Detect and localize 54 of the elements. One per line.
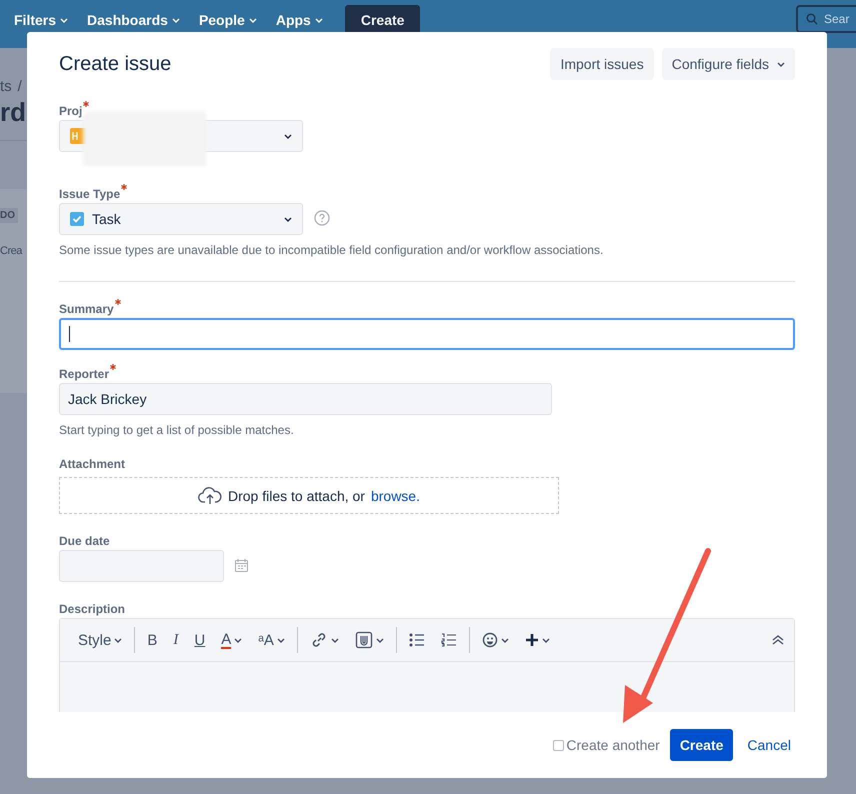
nav-menu-item[interactable]: Filters	[14, 12, 68, 28]
dropdown-button[interactable]: Configure fields	[662, 48, 795, 80]
task-icon	[70, 212, 84, 226]
caret-icon	[248, 18, 257, 22]
issue-type-select[interactable]: Task	[59, 203, 303, 235]
field-label: Proj	[59, 104, 82, 118]
toolbar-button[interactable]: I	[165, 625, 186, 655]
caret-icon	[284, 216, 292, 222]
file-drop-zone[interactable]: Drop files to attach, or browse.	[59, 477, 559, 514]
due-date-field[interactable]	[59, 550, 224, 582]
field-label: Reporter	[59, 367, 110, 381]
create-another-checkbox[interactable]: Create another	[553, 737, 660, 753]
toolbar-button[interactable]: A	[213, 625, 250, 655]
page-heading: rd	[0, 97, 27, 128]
column-header: DO	[0, 208, 18, 223]
help-text: Some issue types are unavailable due to incompatible field configuration and/or workflow associations.	[59, 243, 604, 257]
description-editor[interactable]: Style B I U A ᵃA	[59, 618, 795, 712]
breadcrumb-separator: /	[18, 78, 22, 95]
toolbar-button[interactable]: B	[139, 625, 166, 655]
toolbar-button[interactable]: Style	[70, 625, 130, 655]
header-button[interactable]: Import issues	[550, 48, 654, 80]
field-label: Attachment	[59, 457, 126, 471]
cloud-upload-icon	[198, 486, 222, 504]
plus-icon	[524, 633, 539, 647]
caret-icon	[777, 62, 785, 66]
toolbar-button[interactable]: U	[186, 625, 214, 655]
attachment-icon	[354, 631, 373, 649]
field-label: Description	[59, 602, 126, 616]
caret-icon	[60, 18, 68, 22]
summary-field[interactable]	[59, 318, 795, 350]
field-label: Due date	[59, 534, 110, 548]
caret-icon	[314, 18, 323, 22]
field-label: Summary	[59, 302, 114, 316]
field-label: Issue Type	[59, 187, 120, 201]
drop-text: Drop files to attach, or	[228, 488, 365, 504]
emoji-icon	[482, 632, 498, 648]
create-button[interactable]: Create	[344, 5, 420, 34]
nav-menu-item[interactable]: Dashboards	[87, 12, 180, 28]
help-text: Start typing to get a list of possible matches.	[59, 423, 295, 437]
cancel-link[interactable]: Cancel	[743, 737, 795, 753]
caret-icon	[284, 134, 292, 138]
nav-menu-item[interactable]: People	[198, 12, 257, 28]
bullet-list-icon	[408, 633, 425, 647]
dialog-title: Create issue	[59, 52, 172, 76]
numbered-list-icon	[440, 633, 457, 647]
search-field[interactable]: Sear	[796, 5, 856, 33]
search-icon	[806, 13, 818, 25]
nav-menu-item[interactable]: Apps	[276, 12, 323, 28]
caret-icon	[172, 18, 180, 22]
toolbar-button[interactable]: ᵃA	[250, 625, 293, 655]
browse-link[interactable]: browse.	[370, 488, 420, 504]
collapse-icon[interactable]	[772, 635, 784, 645]
submit-button[interactable]: Create	[670, 729, 734, 761]
reporter-field[interactable]: Jack Brickey	[59, 383, 552, 415]
